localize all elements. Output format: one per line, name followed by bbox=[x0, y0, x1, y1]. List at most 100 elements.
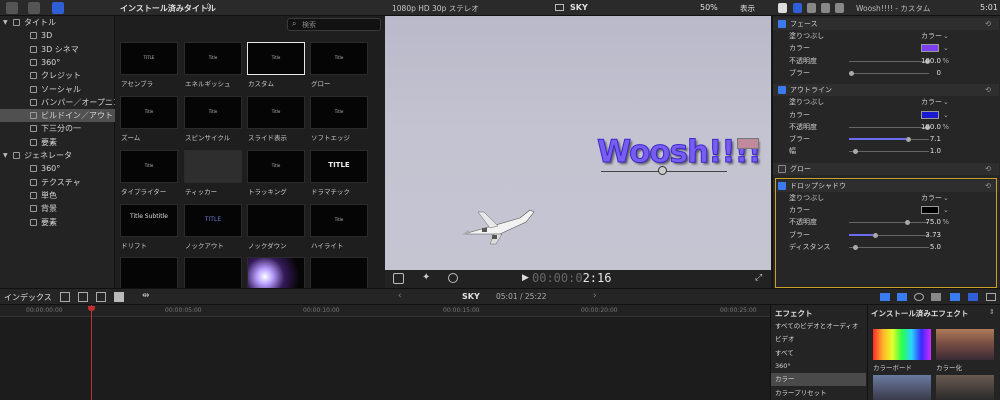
inspector-section-header[interactable]: グロー ⟲ bbox=[773, 162, 999, 175]
title-thumbnail[interactable]: TITLE bbox=[184, 204, 242, 237]
checkbox[interactable] bbox=[778, 181, 786, 190]
slider-knob[interactable] bbox=[853, 149, 858, 155]
timeline-area[interactable] bbox=[0, 305, 770, 400]
reset-icon[interactable]: ⟲ bbox=[985, 180, 991, 192]
chevron-down-icon[interactable]: ⌄ bbox=[943, 204, 949, 216]
snapping-icon[interactable] bbox=[931, 293, 941, 301]
inspector-section-header[interactable]: ドロップシャドウ ⟲ bbox=[773, 179, 999, 192]
checkbox[interactable] bbox=[778, 20, 786, 28]
title-thumbnail[interactable]: Title bbox=[310, 204, 368, 237]
title-thumbnail[interactable] bbox=[247, 257, 305, 290]
title-thumbnail[interactable]: Title bbox=[120, 96, 178, 129]
disclosure-triangle-icon[interactable]: ▼ bbox=[3, 149, 8, 162]
color-swatch[interactable] bbox=[921, 110, 939, 119]
slider-knob[interactable] bbox=[905, 137, 911, 143]
title-thumbnail[interactable]: Title bbox=[184, 42, 242, 75]
anchor-handle[interactable] bbox=[658, 166, 667, 175]
sidebar-item-1[interactable]: 3D bbox=[0, 29, 115, 42]
title-thumbnail[interactable]: Title Subtitle bbox=[120, 204, 178, 237]
sidebar-item-0[interactable]: ▼ タイトル bbox=[0, 16, 115, 29]
sidebar-item-4[interactable]: クレジット bbox=[0, 69, 115, 82]
effect-category-item[interactable]: カラープリセット bbox=[771, 387, 866, 400]
param-value[interactable]: 5.0 bbox=[930, 241, 941, 253]
zoom-menu[interactable]: 50% bbox=[700, 3, 718, 12]
overwrite-icon[interactable] bbox=[114, 292, 124, 302]
colorize-thumb[interactable] bbox=[936, 329, 994, 360]
title-thumbnail[interactable] bbox=[184, 257, 242, 290]
connect-icon[interactable] bbox=[96, 292, 106, 302]
sidebar-item-7[interactable]: ビルドイン／アウト bbox=[0, 109, 115, 123]
effect-category-item[interactable]: ビデオ bbox=[771, 333, 866, 346]
checkbox[interactable] bbox=[778, 164, 786, 173]
effect-category-item[interactable]: カラー bbox=[771, 373, 866, 387]
back-arrow-icon[interactable]: ‹ bbox=[398, 291, 402, 301]
chevron-down-icon[interactable]: ⌄ bbox=[943, 96, 949, 108]
fill-menu[interactable]: カラー bbox=[921, 96, 942, 108]
title-thumbnail[interactable]: Title bbox=[247, 42, 305, 75]
sidebar-item-14[interactable]: 背景 bbox=[0, 202, 115, 215]
param-slider[interactable] bbox=[849, 60, 929, 62]
slider-knob[interactable] bbox=[853, 244, 858, 250]
effect-thumb-4[interactable] bbox=[936, 375, 994, 400]
title-thumbnail[interactable] bbox=[247, 204, 305, 237]
transform-icon[interactable] bbox=[393, 273, 404, 284]
param-value[interactable]: 0 bbox=[937, 67, 941, 79]
effect-category-item[interactable]: 360° bbox=[771, 360, 866, 373]
sidebar-item-5[interactable]: ソーシャル bbox=[0, 83, 115, 96]
chevron-down-icon[interactable]: ⌄ bbox=[943, 109, 949, 121]
filter-inspector-icon[interactable] bbox=[821, 3, 830, 13]
slider-knob[interactable] bbox=[849, 70, 854, 76]
chevron-down-icon[interactable]: ⌄ bbox=[943, 192, 949, 204]
param-value[interactable]: 1.0 bbox=[930, 145, 941, 157]
clip-appearance-icon[interactable] bbox=[950, 293, 960, 301]
video-inspector-icon[interactable] bbox=[807, 3, 816, 13]
speed-icon[interactable] bbox=[448, 273, 458, 283]
skimming-icon[interactable] bbox=[880, 293, 890, 301]
effect-category-item[interactable]: すべてのビデオとオーディオ bbox=[771, 320, 866, 333]
color-board-thumb[interactable] bbox=[873, 329, 931, 360]
info-inspector-icon[interactable] bbox=[835, 3, 844, 13]
title-thumbnail[interactable]: Title bbox=[310, 42, 368, 75]
index-button[interactable]: インデックス bbox=[4, 292, 52, 303]
sidebar-item-13[interactable]: 単色 bbox=[0, 189, 115, 202]
chevron-down-icon[interactable]: ⌄ bbox=[943, 30, 949, 42]
title-thumbnail[interactable]: TITLE bbox=[120, 42, 178, 75]
sidebar-item-9[interactable]: 要素 bbox=[0, 136, 115, 149]
text-inspector-icon[interactable] bbox=[793, 3, 802, 13]
photos-icon[interactable] bbox=[28, 2, 40, 14]
effect-category-item[interactable]: すべて bbox=[771, 347, 866, 360]
sidebar-item-15[interactable]: 要素 bbox=[0, 216, 115, 229]
inspector-section-header[interactable]: フェース ⟲ bbox=[773, 18, 999, 30]
chevron-down-icon[interactable]: ⌄ bbox=[943, 42, 949, 54]
param-value[interactable]: 100.0 bbox=[921, 121, 941, 133]
param-slider[interactable] bbox=[849, 222, 929, 224]
param-value[interactable]: 7.1 bbox=[930, 133, 941, 145]
forward-arrow-icon[interactable]: › bbox=[593, 291, 597, 301]
param-slider[interactable] bbox=[849, 126, 929, 128]
title-thumbnail[interactable]: Title bbox=[247, 96, 305, 129]
slider-knob[interactable] bbox=[905, 220, 910, 226]
title-thumbnail[interactable]: Title bbox=[247, 150, 305, 183]
installed-effects-menu[interactable]: インストール済みエフェクト bbox=[871, 308, 968, 319]
title-thumbnail[interactable] bbox=[310, 257, 368, 290]
effects-browser-icon[interactable] bbox=[968, 293, 978, 301]
append-icon[interactable] bbox=[60, 292, 70, 302]
sidebar-item-8[interactable]: 下三分の一 bbox=[0, 122, 115, 135]
inspector-section-header[interactable]: アウトライン ⟲ bbox=[773, 84, 999, 97]
title-inspector-icon[interactable] bbox=[778, 3, 787, 13]
project-name[interactable]: SKY bbox=[462, 292, 480, 301]
updown-icon[interactable]: ⇕ bbox=[989, 308, 995, 316]
playhead[interactable] bbox=[91, 305, 92, 400]
sidebar-item-11[interactable]: 360° bbox=[0, 162, 115, 175]
timeline-ruler[interactable]: 00:00:00:00 00:00:05:00 00:00:10:00 00:00:1… bbox=[0, 305, 770, 317]
transitions-browser-icon[interactable] bbox=[986, 293, 996, 301]
view-menu[interactable]: 表示 bbox=[740, 3, 755, 14]
color-swatch[interactable] bbox=[921, 44, 939, 53]
param-value[interactable]: 75.0 bbox=[925, 216, 941, 228]
param-slider[interactable] bbox=[849, 72, 929, 74]
title-thumbnail[interactable] bbox=[120, 257, 178, 290]
param-value[interactable]: 3.73 bbox=[925, 229, 941, 241]
audio-skimming-icon[interactable] bbox=[897, 293, 907, 301]
library-title[interactable]: インストール済みタイトル bbox=[120, 3, 216, 14]
fill-menu[interactable]: カラー bbox=[921, 30, 942, 42]
